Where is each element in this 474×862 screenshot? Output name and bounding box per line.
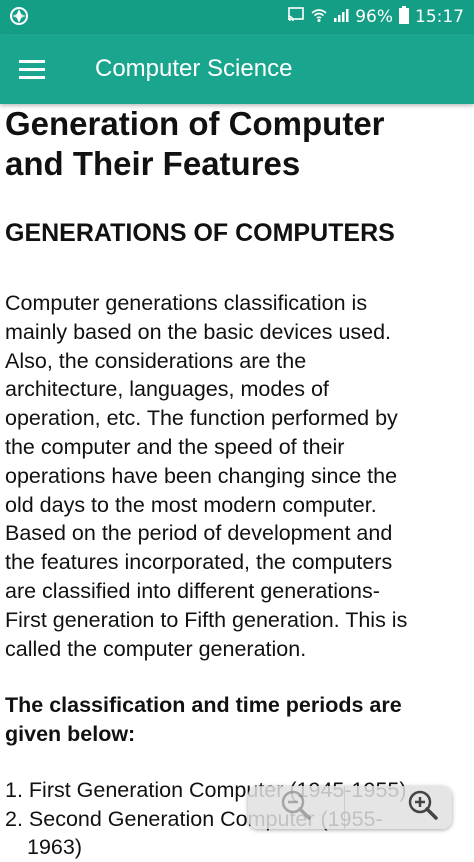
paragraph-line: old days to the most modern computer. xyxy=(5,492,377,517)
app-title: Computer Science xyxy=(95,55,293,82)
battery-icon xyxy=(399,5,409,29)
status-bar: 96% 15:17 xyxy=(0,0,474,34)
app-bar: Computer Science xyxy=(0,34,474,104)
subheading-line: given below: xyxy=(5,721,136,746)
zoom-in-icon xyxy=(406,788,440,827)
wifi-icon xyxy=(311,7,327,28)
paragraph-line: architecture, languages, modes of xyxy=(5,377,329,402)
page-title: Generation of Computer and Their Feature… xyxy=(5,104,471,184)
clock: 15:17 xyxy=(415,7,464,27)
intro-paragraph: Computer generations classification is m… xyxy=(5,289,471,663)
zoom-in-button[interactable] xyxy=(345,786,453,829)
paragraph-line: are classified into different generation… xyxy=(5,578,380,603)
paragraph-line: operation, etc. The function performed b… xyxy=(5,406,398,431)
subheading-line: The classification and time periods are xyxy=(5,693,402,718)
paragraph-line: First generation to Fifth generation. Th… xyxy=(5,607,408,632)
battery-percent: 96% xyxy=(355,7,393,27)
article-content: Generation of Computer and Their Feature… xyxy=(5,104,471,862)
paragraph-line: Computer generations classification is xyxy=(5,291,368,315)
zoom-control xyxy=(248,786,452,829)
paragraph-line: operations have been changing since the xyxy=(5,463,398,488)
app-notification-icon xyxy=(9,6,29,26)
hamburger-menu-icon[interactable] xyxy=(14,52,50,86)
zoom-out-icon xyxy=(279,788,313,827)
classification-heading: The classification and time periods are … xyxy=(5,691,471,748)
paragraph-line: mainly based on the basic devices used. xyxy=(5,319,392,344)
section-heading: GENERATIONS OF COMPUTERS xyxy=(5,219,395,247)
page-title-line: Generation of Computer xyxy=(5,105,385,142)
list-item: 1963) xyxy=(27,835,82,860)
signal-icon xyxy=(333,7,349,28)
paragraph-line: Also, the considerations are the xyxy=(5,348,307,373)
cast-icon xyxy=(287,6,305,28)
paragraph-line: the computer and the speed of their xyxy=(5,434,345,459)
page-title-line: and Their Features xyxy=(5,145,301,182)
paragraph-line: called the computer generation. xyxy=(5,636,307,661)
paragraph-line: Based on the period of development and xyxy=(5,521,393,546)
zoom-out-button[interactable] xyxy=(248,786,345,829)
paragraph-line: the features incorporated, the computers xyxy=(5,550,393,575)
